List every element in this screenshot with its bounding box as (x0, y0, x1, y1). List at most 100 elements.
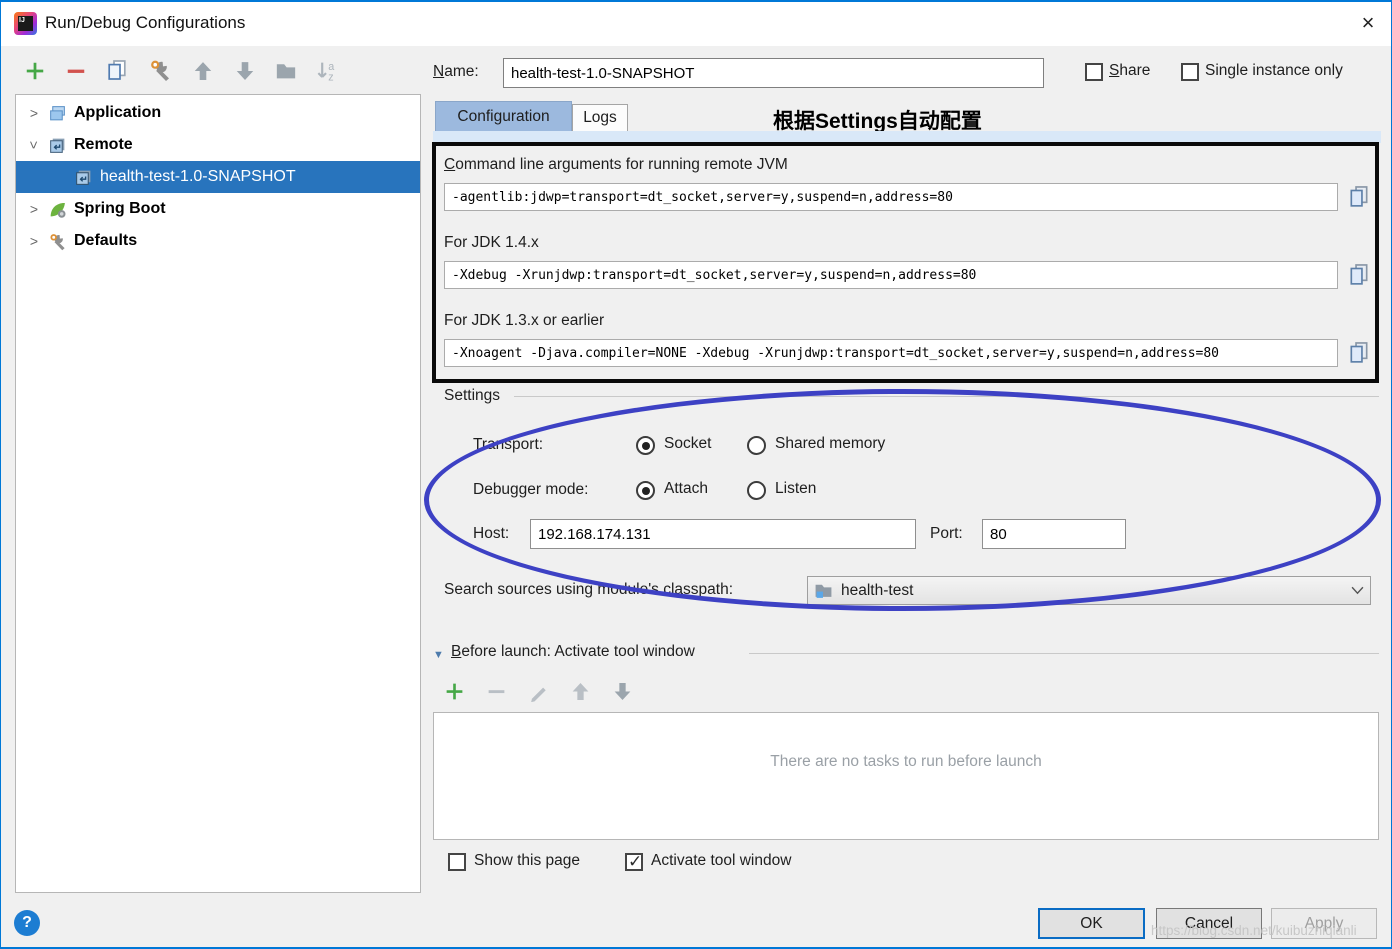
host-input[interactable]: 192.168.174.131 (530, 519, 916, 549)
tree-item-application[interactable]: > Application (16, 97, 420, 129)
port-label: Port: (930, 525, 963, 543)
add-icon (444, 681, 465, 702)
remove-icon (65, 60, 87, 82)
tab-logs[interactable]: Logs (572, 104, 628, 131)
tree-item-label: Defaults (74, 232, 137, 250)
close-icon: × (1362, 10, 1375, 36)
sort-configurations-button[interactable]: az (314, 58, 340, 84)
move-up-button[interactable] (190, 58, 216, 84)
copy-configuration-button[interactable] (104, 57, 130, 83)
module-icon (814, 581, 833, 600)
chevron-right-icon[interactable]: > (26, 105, 42, 121)
copy-icon (1347, 353, 1371, 370)
debugger-attach-radio[interactable] (636, 481, 655, 500)
classpath-value: health-test (841, 582, 913, 600)
arrow-up-icon (570, 681, 591, 702)
copy-icon (105, 58, 129, 82)
tree-item-label: health-test-1.0-SNAPSHOT (100, 168, 296, 186)
activate-tool-window-label: Activate tool window (651, 852, 791, 870)
tree-item-label: Spring Boot (74, 200, 166, 218)
share-checkbox[interactable]: ✓ (1085, 63, 1103, 81)
cancel-button[interactable]: Cancel (1156, 908, 1262, 939)
svg-text:z: z (328, 72, 333, 83)
tab-highlight-strip (433, 131, 1381, 143)
copy-to-clipboard-button[interactable] (1347, 340, 1371, 366)
edit-defaults-button[interactable] (147, 57, 173, 83)
ok-button[interactable]: OK (1038, 908, 1145, 939)
transport-label: Transport: (473, 436, 543, 454)
pencil-icon (528, 681, 549, 702)
debugger-listen-label: Listen (775, 480, 816, 498)
jdk14-input[interactable]: -Xdebug -Xrunjdwp:transport=dt_socket,se… (444, 261, 1338, 289)
window-title: Run/Debug Configurations (45, 13, 245, 33)
sort-alphabetically-icon: az (315, 59, 339, 83)
transport-shared-memory-radio[interactable] (747, 436, 766, 455)
apply-button[interactable]: Apply (1271, 908, 1377, 939)
show-this-page-label: Show this page (474, 852, 580, 870)
tree-item-label: Application (74, 104, 161, 122)
help-button[interactable]: ? (14, 910, 40, 936)
run-debug-configurations-dialog: IJ Run/Debug Configurations × az > Appli… (0, 0, 1392, 949)
before-launch-line (749, 653, 1379, 654)
tree-item-remote[interactable]: > Remote (16, 129, 420, 161)
debugger-listen-radio[interactable] (747, 481, 766, 500)
jdk13-label: For JDK 1.3.x or earlier (444, 312, 604, 330)
chevron-right-icon[interactable]: > (26, 201, 42, 217)
copy-icon (1347, 197, 1371, 214)
single-instance-checkbox[interactable]: ✓ (1181, 63, 1199, 81)
move-down-button[interactable] (232, 58, 258, 84)
copy-icon (1347, 275, 1371, 292)
tab-configuration[interactable]: Configuration (435, 101, 572, 131)
before-launch-remove-button[interactable] (483, 678, 509, 704)
show-this-page-checkbox[interactable]: ✓ (448, 853, 466, 871)
before-launch-label: Before launch: Activate tool window (451, 643, 695, 661)
single-instance-label: Single instance only (1205, 62, 1343, 80)
arrow-down-icon (234, 60, 256, 82)
share-label: Share (1109, 62, 1150, 80)
host-label: Host: (473, 525, 509, 543)
copy-to-clipboard-button[interactable] (1347, 184, 1371, 210)
wrench-icon (148, 58, 172, 82)
remove-button[interactable] (63, 58, 89, 84)
settings-group-label: Settings (444, 387, 500, 405)
transport-shared-memory-label: Shared memory (775, 435, 885, 453)
chevron-down-icon (1351, 582, 1364, 600)
command-line-label: Command line arguments for running remot… (444, 156, 788, 174)
activate-tool-window-checkbox[interactable]: ✓ (625, 853, 643, 871)
command-line-input[interactable]: -agentlib:jdwp=transport=dt_socket,serve… (444, 183, 1338, 211)
arrow-up-icon (192, 60, 214, 82)
remove-icon (486, 681, 507, 702)
before-launch-move-up-button[interactable] (567, 678, 593, 704)
folder-icon (275, 60, 297, 82)
transport-socket-radio[interactable] (636, 436, 655, 455)
before-launch-add-button[interactable] (441, 678, 467, 704)
tree-item-health-test[interactable]: health-test-1.0-SNAPSHOT (16, 161, 420, 193)
port-input[interactable]: 80 (982, 519, 1126, 549)
jdk14-label: For JDK 1.4.x (444, 234, 539, 252)
tree-item-label: Remote (74, 136, 133, 154)
titlebar: IJ Run/Debug Configurations × (1, 2, 1391, 46)
close-button[interactable]: × (1349, 8, 1387, 38)
jdk13-input[interactable]: -Xnoagent -Djava.compiler=NONE -Xdebug -… (444, 339, 1338, 367)
name-label: Name: (433, 63, 479, 81)
arrow-down-icon (612, 681, 633, 702)
name-input[interactable]: health-test-1.0-SNAPSHOT (503, 58, 1044, 88)
classpath-module-combobox[interactable]: health-test (807, 576, 1371, 605)
chevron-right-icon[interactable]: > (26, 233, 42, 249)
debugger-mode-label: Debugger mode: (473, 481, 588, 499)
add-button[interactable] (22, 58, 48, 84)
tree-item-defaults[interactable]: > Defaults (16, 225, 420, 257)
wrench-icon (48, 232, 67, 251)
debugger-attach-label: Attach (664, 480, 708, 498)
before-launch-move-down-button[interactable] (609, 678, 635, 704)
tree-item-spring-boot[interactable]: > Spring Boot (16, 193, 420, 225)
remote-config-icon (74, 168, 93, 187)
remote-config-icon (48, 136, 67, 155)
collapse-triangle-icon[interactable]: ▼ (433, 649, 444, 661)
copy-to-clipboard-button[interactable] (1347, 262, 1371, 288)
intellij-logo-icon: IJ (14, 12, 37, 35)
spring-boot-icon (48, 200, 67, 219)
chevron-expanded-icon[interactable]: > (26, 137, 42, 153)
create-folder-button[interactable] (273, 58, 299, 84)
before-launch-edit-button[interactable] (525, 678, 551, 704)
